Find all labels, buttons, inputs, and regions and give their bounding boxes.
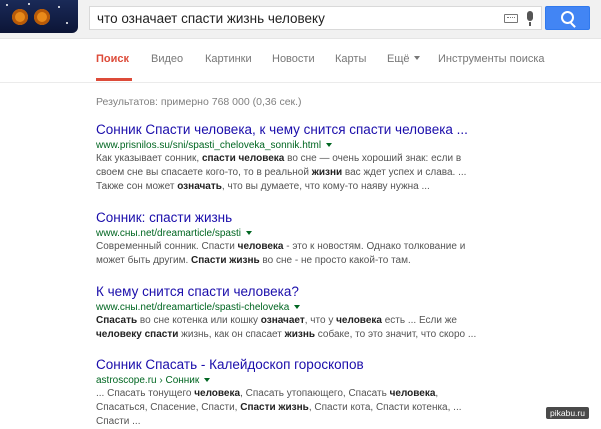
snippet-highlight: Спасать [96,315,138,326]
result-snippet: Современный сонник. Спасти человека - эт… [96,240,596,268]
result-url: astroscope.ru › Сонник [96,374,596,387]
top-bar: что означает спасти жизнь человеку [0,0,601,39]
snippet-highlight: человека [389,388,436,399]
snippet-line: Современный сонник. Спасти человека - эт… [96,240,596,254]
snippet-text: во сне — очень хороший знак: если в [284,153,462,164]
tab-video[interactable]: Видео [151,53,183,65]
result-url: www.prisnilos.su/sni/spasti_cheloveka_so… [96,139,596,152]
snippet-highlight: человека [194,388,241,399]
result-url: www.сны.net/dreamarticle/spasti-chelovek… [96,301,596,314]
keyboard-icon[interactable] [504,14,518,23]
snippet-text: ... Спасать тонущего [96,388,195,399]
snippet-line: может быть другим. Спасти жизнь во сне -… [96,254,596,268]
tab-more-label: Ещё [387,53,410,65]
tab-maps[interactable]: Карты [335,53,366,65]
snippet-line: ... Спасать тонущего человека, Спасать у… [96,387,596,401]
result-url-text: astroscope.ru › Сонник [96,375,200,386]
result-snippet: ... Спасать тонущего человека, Спасать у… [96,387,596,429]
snippet-text: Современный сонник. Спасти [96,241,238,252]
search-button[interactable] [545,6,590,30]
result-title-link[interactable]: Сонник: спасти жизнь [96,210,596,226]
search-result: Сонник Спасти человека, к чему снится сп… [96,122,596,194]
results-stats: Результатов: примерно 768 000 (0,36 сек.… [96,96,302,108]
snippet-highlight: Спасти жизнь [240,402,309,413]
tab-news[interactable]: Новости [272,53,315,65]
tab-search[interactable]: Поиск [96,53,129,65]
search-query[interactable]: что означает спасти жизнь человеку [97,11,325,26]
dropdown-arrow-icon[interactable] [245,231,252,235]
snippet-text: - это к новостям. Однако толкование и [283,241,466,252]
snippet-line: Спасать во сне котенка или кошку означае… [96,314,596,328]
snippet-text: во сне котенка или кошку [137,315,261,326]
snippet-highlight: человеку спасти [96,329,179,340]
tab-search-tools[interactable]: Инструменты поиска [438,53,545,65]
halloween-doodle-logo[interactable] [0,0,78,33]
result-url: www.сны.net/dreamarticle/spasti [96,227,596,240]
result-url-text: www.prisnilos.su/sni/spasti_cheloveka_so… [96,140,322,151]
result-url-text: www.сны.net/dreamarticle/spasti [96,228,241,239]
search-input[interactable]: что означает спасти жизнь человеку [89,6,542,30]
snippet-line: Спасти ... [96,415,596,429]
snippet-text: , Спасать утопающего, Спасать [240,388,390,399]
snippet-text: может быть другим. [96,255,192,266]
snippet-line: Спасаться, Спасение, Спасти, Спасти жизн… [96,401,596,415]
snippet-text: , что вы думаете, что кому-то наяву нужн… [221,181,430,192]
snippet-text: есть ... Если же [381,315,457,326]
tab-more[interactable]: Ещё [387,53,420,65]
dropdown-arrow-icon[interactable] [204,378,211,382]
snippet-text: , Спасти кота, Спасти котенка, ... [308,402,462,413]
dropdown-arrow-icon[interactable] [326,143,333,147]
snippet-text: вас ждет успех и слава. ... [342,167,467,178]
search-result: К чему снится спасти человека? www.сны.n… [96,284,596,342]
snippet-text: собаке, то это значит, что скоро ... [315,329,477,340]
result-url-text: www.сны.net/dreamarticle/spasti-chelovek… [96,302,290,313]
snippet-highlight: человека [237,241,284,252]
snippet-line: Также сон может означать, что вы думаете… [96,180,596,194]
snippet-line: человеку спасти жизнь, как он спасает жи… [96,328,596,342]
pumpkin-icon [34,9,50,25]
search-result: Сонник: спасти жизнь www.сны.net/dreamar… [96,210,596,268]
pumpkin-icon [12,9,28,25]
snippet-text: , что у [304,315,337,326]
watermark: pikabu.ru [546,407,589,419]
snippet-text: Спасти ... [96,416,141,427]
search-icon [561,11,574,24]
chevron-down-icon [413,56,420,60]
snippet-highlight: спасти человека [201,153,285,164]
snippet-text: Как указывает сонник, [96,153,202,164]
snippet-highlight: человека [336,315,382,326]
search-result: Сонник Спасать - Калейдоскоп гороскопов … [96,357,596,429]
snippet-highlight: жизнь [284,329,316,340]
active-tab-indicator [96,78,132,81]
tab-images[interactable]: Картинки [205,53,252,65]
snippet-text: , [435,388,439,399]
snippet-text: Также сон может [96,181,178,192]
snippet-highlight: Спасти жизнь [191,255,260,266]
result-snippet: Спасать во сне котенка или кошку означае… [96,314,596,342]
snippet-highlight: жизни [311,167,343,178]
result-snippet: Как указывает сонник, спасти человека во… [96,152,596,194]
microphone-icon[interactable] [527,11,533,26]
snippet-line: Как указывает сонник, спасти человека во… [96,152,596,166]
result-title-link[interactable]: К чему снится спасти человека? [96,284,596,300]
dropdown-arrow-icon[interactable] [294,305,301,309]
snippet-highlight: означает [260,315,305,326]
snippet-text: своем сне вы спасаете кого-то, то в реал… [96,167,312,178]
snippet-text: жизнь, как он спасает [178,329,285,340]
result-title-link[interactable]: Сонник Спасать - Калейдоскоп гороскопов [96,357,596,373]
snippet-text: во сне - не просто какой-то там. [259,255,411,266]
snippet-text: Спасаться, Спасение, Спасти, [96,402,241,413]
snippet-line: своем сне вы спасаете кого-то, то в реал… [96,166,596,180]
snippet-highlight: означать [177,181,222,192]
search-tabs: Поиск Видео Картинки Новости Карты Ещё И… [0,38,601,83]
result-title-link[interactable]: Сонник Спасти человека, к чему снится сп… [96,122,596,138]
